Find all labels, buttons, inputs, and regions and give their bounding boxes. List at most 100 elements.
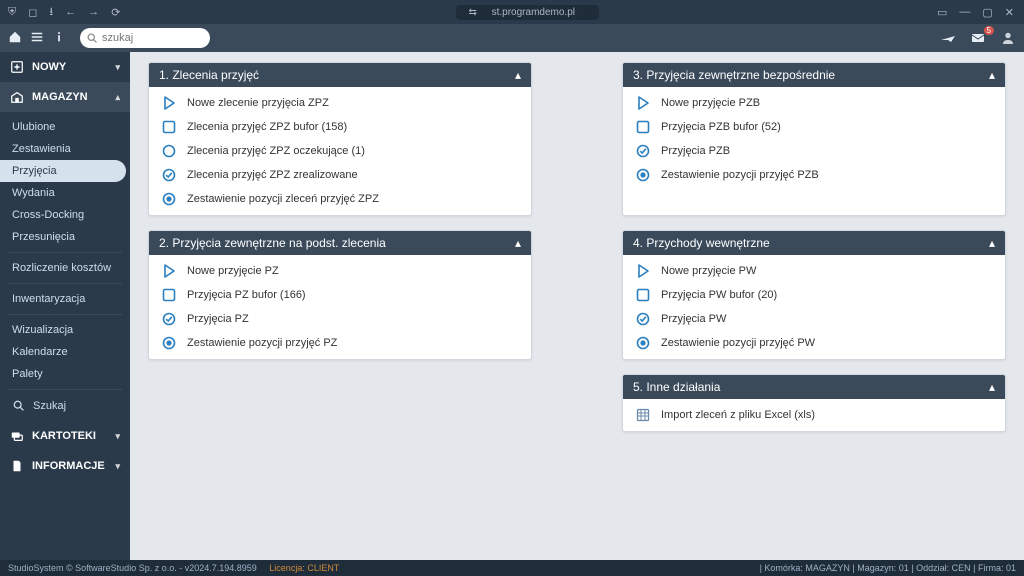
item-pz-bufor[interactable]: Przyjęcia PZ bufor (166) — [149, 283, 531, 307]
window-maximize-icon[interactable]: ▢ — [982, 6, 992, 19]
radio-icon — [635, 335, 651, 351]
play-icon — [161, 95, 177, 111]
sidebar-item-wydania[interactable]: Wydania — [0, 182, 130, 204]
check-icon — [635, 143, 651, 159]
nav-back-icon[interactable]: ← — [65, 6, 76, 18]
chevron-down-icon: ▾ — [115, 62, 120, 73]
collapse-icon[interactable]: ▴ — [515, 236, 521, 250]
radio-icon — [635, 167, 651, 183]
panel-title: 2. Przyjęcia zewnętrzne na podst. zlecen… — [159, 236, 386, 250]
xls-icon — [635, 407, 651, 423]
download-icon[interactable]: ⭳ — [49, 3, 53, 22]
sidebar: NOWY ▾ MAGAZYN ▴ Ulubione Zestawienia Pr… — [0, 52, 130, 560]
item-zpz-bufor[interactable]: Zlecenia przyjęć ZPZ bufor (158) — [149, 115, 531, 139]
radio-icon — [161, 335, 177, 351]
sidebar-item-przyjecia[interactable]: Przyjęcia — [0, 160, 126, 182]
sidebar-item-zestawienia[interactable]: Zestawienia — [0, 138, 130, 160]
chevron-down-icon: ▾ — [115, 461, 120, 472]
nav-fwd-icon[interactable]: → — [88, 6, 99, 18]
item-zpz-zrealizowane[interactable]: Zlecenia przyjęć ZPZ zrealizowane — [149, 163, 531, 187]
sidebar-item-palety[interactable]: Palety — [0, 363, 130, 385]
info-icon[interactable] — [52, 30, 66, 47]
search-input[interactable] — [102, 32, 204, 44]
check-icon — [161, 311, 177, 327]
window-split-icon[interactable]: ▭ — [937, 6, 947, 19]
chevron-up-icon: ▴ — [115, 92, 120, 103]
play-icon — [635, 95, 651, 111]
mail-icon[interactable]: 5 — [970, 30, 986, 46]
window-minimize-icon[interactable]: — — [959, 6, 970, 19]
sidebar-item-wizualizacja[interactable]: Wizualizacja — [0, 319, 130, 341]
sidebar-group-nowy[interactable]: NOWY ▾ — [0, 52, 130, 82]
item-nowe-pz[interactable]: Nowe przyjęcie PZ — [149, 259, 531, 283]
panel-title: 4. Przychody wewnętrzne — [633, 236, 770, 250]
refresh-icon[interactable]: ⟳ — [111, 6, 120, 19]
url-pill[interactable]: ⇆ st.programdemo.pl — [456, 5, 599, 20]
panel-zlecenia-przyjec: 1. Zlecenia przyjęć ▴ Nowe zlecenie przyj… — [148, 62, 532, 216]
sidebar-item-szukaj[interactable]: Szukaj — [0, 394, 130, 417]
item-pzb-bufor[interactable]: Przyjęcia PZB bufor (52) — [623, 115, 1005, 139]
sidebar-group-magazyn[interactable]: MAGAZYN ▴ — [0, 82, 130, 112]
item-pw-bufor[interactable]: Przyjęcia PW bufor (20) — [623, 283, 1005, 307]
sidebar-magazyn-items: Ulubione Zestawienia Przyjęcia Wydania C… — [0, 112, 130, 421]
titlebar: ⛨ ◻ ⭳ ← → ⟳ ⇆ st.programdemo.pl ▭ — ▢ ✕ — [0, 0, 1024, 24]
panel-przychody-wewnetrzne: 4. Przychody wewnętrzne ▴ Nowe przyjęcie … — [622, 230, 1006, 360]
radio-icon — [161, 191, 177, 207]
sidebar-group-kartoteki[interactable]: KARTOTEKI ▾ — [0, 421, 130, 451]
square-icon — [635, 119, 651, 135]
item-pzb[interactable]: Przyjęcia PZB — [623, 139, 1005, 163]
panel-przyjecia-zew-zlecenie: 2. Przyjęcia zewnętrzne na podst. zlecen… — [148, 230, 532, 360]
content: 1. Zlecenia przyjęć ▴ Nowe zlecenie przyj… — [130, 52, 1024, 560]
mail-badge: 5 — [984, 26, 994, 35]
item-import-xls[interactable]: Import zleceń z pliku Excel (xls) — [623, 403, 1005, 427]
sidebar-item-crossdocking[interactable]: Cross-Docking — [0, 204, 130, 226]
toolbar: 5 — [0, 24, 1024, 52]
play-icon — [161, 263, 177, 279]
window-close-icon[interactable]: ✕ — [1005, 6, 1014, 19]
item-zpz-zestawienie[interactable]: Zestawienie pozycji zleceń przyjęć ZPZ — [149, 187, 531, 211]
item-pz[interactable]: Przyjęcia PZ — [149, 307, 531, 331]
check-icon — [161, 167, 177, 183]
sidebar-item-rozliczenie[interactable]: Rozliczenie kosztów — [0, 257, 130, 279]
panel-przyjecia-zew-bezposrednie: 3. Przyjęcia zewnętrzne bezpośrednie ▴ No… — [622, 62, 1006, 216]
footer-license[interactable]: Licencja: CLIENT — [269, 563, 339, 573]
check-icon — [635, 311, 651, 327]
list-icon[interactable] — [30, 30, 44, 47]
item-nowe-pzb[interactable]: Nowe przyjęcie PZB — [623, 91, 1005, 115]
sidebar-item-inwentaryzacja[interactable]: Inwentaryzacja — [0, 288, 130, 310]
sidebar-item-kalendarze[interactable]: Kalendarze — [0, 341, 130, 363]
sidebar-item-przesuniecia[interactable]: Przesunięcia — [0, 226, 130, 248]
item-pz-zestawienie[interactable]: Zestawienie pozycji przyjęć PZ — [149, 331, 531, 355]
collapse-icon[interactable]: ▴ — [989, 380, 995, 394]
item-pw[interactable]: Przyjęcia PW — [623, 307, 1005, 331]
item-nowe-pw[interactable]: Nowe przyjęcie PW — [623, 259, 1005, 283]
footer-context: | Komórka: MAGAZYN | Magazyn: 01 | Oddzi… — [760, 563, 1016, 573]
play-icon — [635, 263, 651, 279]
sidebar-group-informacje[interactable]: INFORMACJE ▾ — [0, 451, 130, 481]
item-nowe-zlecenie-zpz[interactable]: Nowe zlecenie przyjęcia ZPZ — [149, 91, 531, 115]
app-logo-icon[interactable]: ⛨ — [8, 6, 16, 19]
item-zpz-oczekujace[interactable]: Zlecenia przyjęć ZPZ oczekujące (1) — [149, 139, 531, 163]
panel-inne-dzialania: 5. Inne działania ▴ Import zleceń z pliku… — [622, 374, 1006, 432]
square-icon — [161, 119, 177, 135]
panel-title: 1. Zlecenia przyjęć — [159, 68, 259, 82]
collapse-icon[interactable]: ▴ — [989, 68, 995, 82]
collapse-icon[interactable]: ▴ — [515, 68, 521, 82]
home-icon[interactable] — [8, 30, 22, 47]
departure-icon[interactable] — [940, 30, 956, 46]
item-pw-zestawienie[interactable]: Zestawienie pozycji przyjęć PW — [623, 331, 1005, 355]
collapse-icon[interactable]: ▴ — [989, 236, 995, 250]
global-search[interactable] — [80, 28, 210, 48]
sidebar-item-ulubione[interactable]: Ulubione — [0, 116, 130, 138]
user-icon[interactable] — [1000, 30, 1016, 46]
chevron-down-icon: ▾ — [115, 431, 120, 442]
tab-icon[interactable]: ◻ — [28, 6, 37, 19]
square-icon — [161, 287, 177, 303]
circle-icon — [161, 143, 177, 159]
item-pzb-zestawienie[interactable]: Zestawienie pozycji przyjęć PZB — [623, 163, 1005, 187]
panel-title: 5. Inne działania — [633, 380, 720, 394]
square-icon — [635, 287, 651, 303]
panel-title: 3. Przyjęcia zewnętrzne bezpośrednie — [633, 68, 835, 82]
status-bar: StudioSystem © SoftwareStudio Sp. z o.o.… — [0, 560, 1024, 576]
footer-version: StudioSystem © SoftwareStudio Sp. z o.o.… — [8, 563, 257, 573]
